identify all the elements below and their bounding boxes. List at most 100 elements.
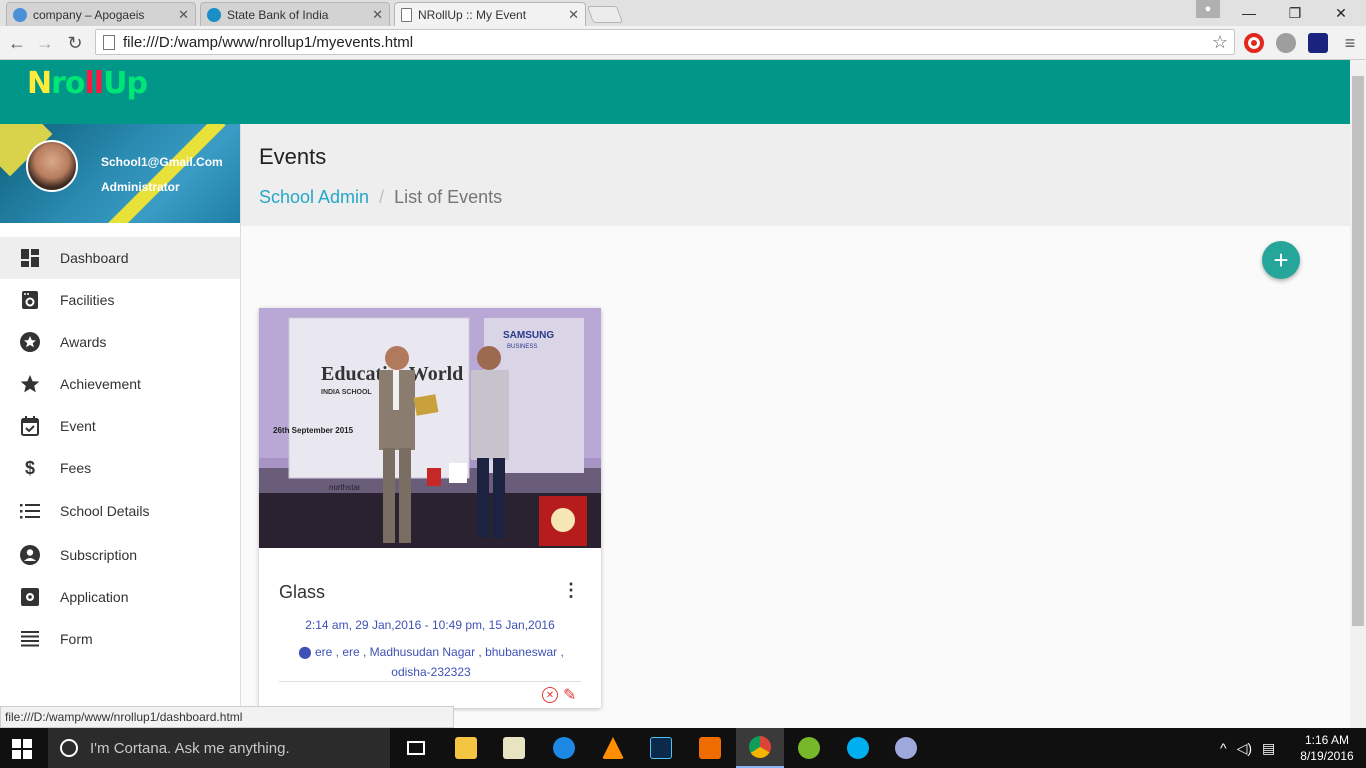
edit-event-icon[interactable]: ✎: [563, 685, 576, 705]
restore-button[interactable]: ❐: [1272, 0, 1318, 26]
breadcrumb-school-admin[interactable]: School Admin: [259, 187, 369, 208]
file-explorer-icon[interactable]: [442, 728, 490, 768]
sidebar-item-label: Dashboard: [60, 250, 129, 266]
browser-user-icon[interactable]: ●: [1196, 0, 1220, 18]
back-icon[interactable]: ←: [4, 30, 30, 56]
event-address: ⬤ ere , ere , Madhusudan Nagar , bhubane…: [281, 642, 581, 682]
close-tab-icon[interactable]: ✕: [568, 7, 579, 23]
close-window-button[interactable]: ✕: [1318, 0, 1364, 26]
event-datetime: 2:14 am, 29 Jan,2016 - 10:49 pm, 15 Jan,…: [305, 618, 555, 632]
extension-icon[interactable]: [1276, 33, 1296, 53]
address-url[interactable]: file:///D:/wamp/www/nrollup1/myevents.ht…: [123, 34, 1212, 51]
address-bar[interactable]: file:///D:/wamp/www/nrollup1/myevents.ht…: [95, 29, 1235, 55]
dashboard-icon: [20, 248, 40, 268]
main-content: Events School Admin / List of Events + S…: [241, 124, 1350, 728]
add-event-button[interactable]: +: [1262, 241, 1300, 279]
svg-text:INDIA SCHOOL: INDIA SCHOOL: [321, 389, 372, 396]
lines-icon: [20, 629, 40, 649]
sidebar-item-event[interactable]: Event: [0, 405, 240, 447]
scrollbar-thumb[interactable]: [1352, 76, 1364, 626]
sidebar-item-achievement[interactable]: Achievement: [0, 363, 240, 405]
sidebar-item-label: Event: [60, 418, 96, 434]
page-icon: [103, 34, 115, 50]
reload-icon[interactable]: ↻: [62, 30, 88, 56]
page-title: Events: [259, 144, 327, 169]
sidebar-item-awards[interactable]: Awards: [0, 321, 240, 363]
cortana-search-box[interactable]: I'm Cortana. Ask me anything.: [48, 728, 390, 768]
sidebar-item-subscription[interactable]: Subscription: [0, 534, 240, 576]
browser-status-bar: file:///D:/wamp/www/nrollup1/dashboard.h…: [0, 706, 454, 728]
profile-role: Administrator: [101, 180, 180, 194]
skype-icon[interactable]: [834, 728, 882, 768]
breadcrumb-separator: /: [379, 187, 385, 207]
sidebar-item-label: Form: [60, 631, 93, 647]
browser-tab-apogaeis[interactable]: company – Apogaeis ✕: [6, 2, 196, 26]
sidebar-item-label: Awards: [60, 334, 107, 350]
event-card: SAMSUNG BUSINESS EducationWorld INDIA SC…: [259, 308, 601, 708]
page-header: Events School Admin / List of Events: [241, 124, 1350, 226]
sidebar-item-school-details[interactable]: School Details: [0, 490, 240, 532]
sidebar-item-label: Achievement: [60, 376, 141, 392]
sidebar-item-facilities[interactable]: Facilities: [0, 279, 240, 321]
sidebar-item-form[interactable]: Form: [0, 618, 240, 660]
sidebar-item-label: Fees: [60, 460, 92, 476]
browser-tab-sbi[interactable]: State Bank of India ✕: [200, 2, 390, 26]
location-pin-icon: ⬤: [298, 645, 312, 659]
settings-box-icon: [20, 587, 40, 607]
app-header: NrollUp: [0, 60, 1350, 124]
sidebar-item-fees[interactable]: $ Fees: [0, 447, 240, 489]
tab-title: company – Apogaeis: [33, 7, 145, 22]
close-tab-icon[interactable]: ✕: [372, 7, 383, 23]
svg-text:BUSINESS: BUSINESS: [507, 344, 537, 350]
sidebar-item-label: Application: [60, 589, 129, 605]
close-tab-icon[interactable]: ✕: [178, 7, 189, 23]
media-player-icon[interactable]: [686, 728, 734, 768]
volume-icon[interactable]: ◁): [1237, 740, 1252, 757]
breadcrumb: School Admin / List of Events: [259, 187, 502, 208]
svg-text:SAMSUNG: SAMSUNG: [503, 330, 554, 341]
cortana-placeholder: I'm Cortana. Ask me anything.: [90, 739, 290, 757]
sidebar-item-label: Subscription: [60, 547, 138, 563]
more-vert-icon[interactable]: ⋮: [559, 580, 583, 604]
taskbar-clock[interactable]: 1:16 AM 8/19/2016: [1296, 732, 1358, 764]
tab-title: State Bank of India: [227, 7, 329, 22]
page-scrollbar[interactable]: [1350, 60, 1366, 728]
task-view-icon[interactable]: [392, 728, 440, 768]
minimize-button[interactable]: —: [1226, 0, 1272, 26]
adobe-extension-icon[interactable]: [1308, 33, 1328, 53]
new-tab-button[interactable]: [586, 6, 624, 23]
paint-icon[interactable]: [882, 728, 930, 768]
list-icon: [20, 501, 40, 521]
sidebar-item-application[interactable]: Application: [0, 576, 240, 618]
notifications-icon[interactable]: ▤: [1262, 740, 1275, 757]
utorrent-icon[interactable]: [785, 728, 833, 768]
opera-extension-icon[interactable]: [1244, 33, 1264, 53]
calendar-check-icon: [20, 416, 40, 436]
chevron-up-icon[interactable]: ^: [1220, 740, 1227, 756]
edge-browser-icon[interactable]: [540, 728, 588, 768]
apogaeis-favicon-icon: [13, 7, 27, 22]
dollar-icon: $: [24, 457, 35, 478]
sidebar-item-dashboard[interactable]: Dashboard: [0, 237, 240, 279]
browser-tab-myevent[interactable]: NRollUp :: My Event ✕: [394, 2, 586, 26]
bookmark-star-icon[interactable]: ☆: [1212, 32, 1228, 53]
vlc-icon[interactable]: [589, 728, 637, 768]
svg-text:northstar: northstar: [329, 483, 361, 492]
card-divider: [279, 681, 581, 682]
clock-date: 8/19/2016: [1300, 749, 1354, 763]
photoshop-icon[interactable]: [637, 728, 685, 768]
browser-tabstrip: company – Apogaeis ✕ State Bank of India…: [0, 0, 1366, 26]
windows-start-icon[interactable]: [12, 739, 32, 759]
tab-title: NRollUp :: My Event: [418, 7, 527, 22]
sbi-favicon-icon: [207, 7, 221, 22]
chrome-icon[interactable]: [736, 728, 784, 768]
browser-menu-icon[interactable]: ≡: [1337, 30, 1363, 56]
forward-icon[interactable]: →: [32, 30, 58, 56]
delete-event-icon[interactable]: ✕: [542, 687, 558, 703]
spreadsheet-app-icon[interactable]: [490, 728, 538, 768]
nrollup-logo[interactable]: NrollUp: [27, 66, 148, 101]
profile-email: School1@Gmail.Com: [101, 155, 223, 169]
event-image[interactable]: SAMSUNG BUSINESS EducationWorld INDIA SC…: [259, 308, 601, 548]
avatar[interactable]: [26, 140, 78, 192]
star-circle-icon: [20, 332, 40, 352]
